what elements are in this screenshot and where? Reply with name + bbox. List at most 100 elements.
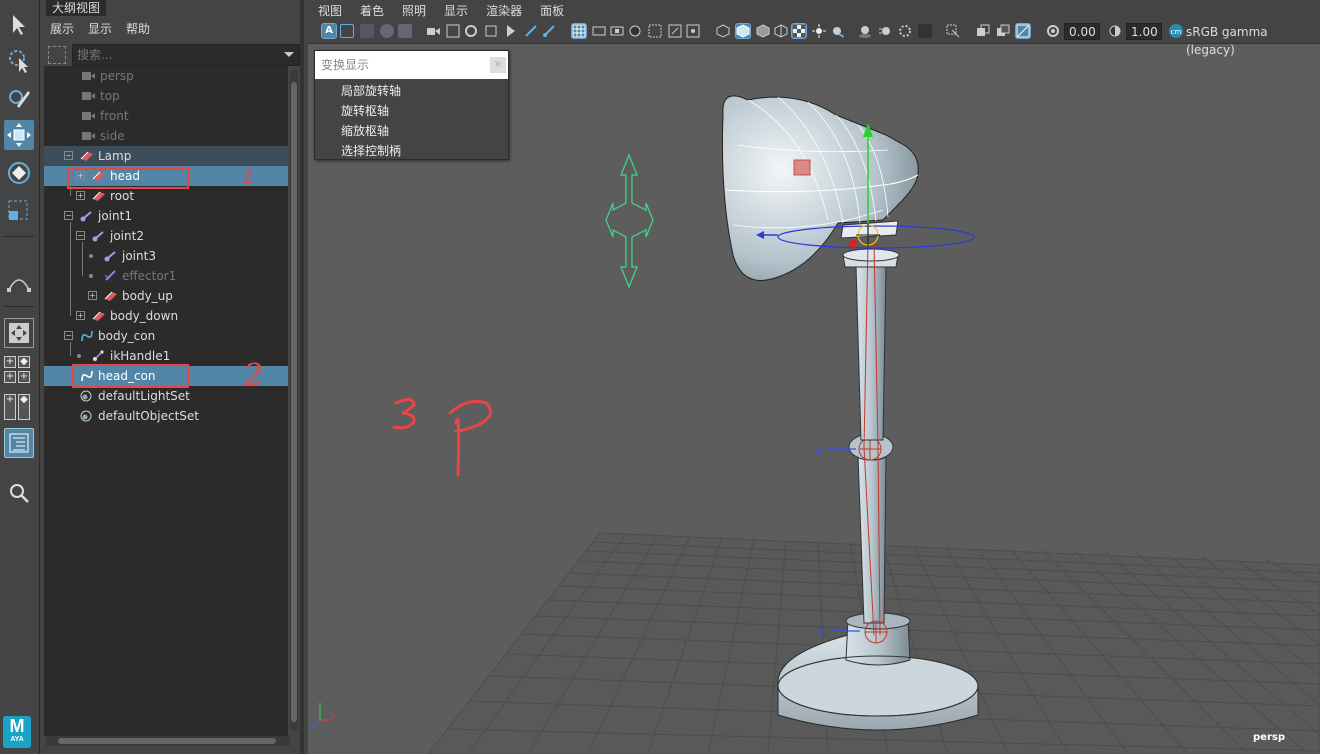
lasso-tool[interactable] [4, 46, 34, 76]
outliner-search-input[interactable] [72, 44, 300, 66]
layout-split-right-button[interactable]: ◆ [18, 394, 30, 420]
shadows-icon[interactable] [830, 24, 844, 38]
safe-action-icon[interactable] [524, 24, 538, 38]
filter-icon[interactable] [48, 46, 66, 64]
outliner-horizontal-scrollbar[interactable] [46, 736, 290, 746]
grid-overlay-icon[interactable] [446, 24, 460, 38]
rotate-tool[interactable] [4, 158, 34, 188]
depth-of-field-icon[interactable] [918, 24, 932, 38]
wireframe-grid-icon[interactable] [571, 23, 587, 39]
menu-header[interactable]: 变换显示 [315, 51, 508, 79]
tree-item-body-up[interactable]: + body_up [44, 286, 288, 306]
curve-tool[interactable] [4, 268, 34, 298]
frame-selected-icon[interactable] [668, 24, 682, 38]
wireframe-cube-icon[interactable] [716, 24, 730, 38]
tree-item-lamp[interactable]: − Lamp [44, 146, 288, 166]
image-plane-icon[interactable] [398, 24, 412, 38]
outliner-menu-display[interactable]: 显示 [88, 20, 112, 37]
ambient-occlusion-icon[interactable] [858, 24, 872, 38]
gamma-icon[interactable] [1108, 24, 1122, 38]
viewport-menu-show[interactable]: 显示 [444, 2, 468, 19]
auto-letter-icon[interactable]: A [321, 23, 337, 39]
outliner-layout-button[interactable] [4, 428, 34, 458]
expand-toggle-icon[interactable]: + [76, 311, 85, 320]
tree-item-joint1[interactable]: − joint1 [44, 206, 288, 226]
collapse-toggle-icon[interactable]: − [76, 231, 85, 240]
resolution-gate-icon[interactable] [484, 24, 498, 38]
viewport-menu-renderer[interactable]: 渲染器 [486, 2, 522, 19]
layout-split-left-button[interactable]: + [4, 394, 16, 420]
layout-grid2-button[interactable]: + [18, 371, 30, 383]
viewport-menu-lighting[interactable]: 照明 [402, 2, 426, 19]
select-camera-icon[interactable] [340, 24, 354, 38]
movie-camera-icon[interactable] [426, 24, 440, 38]
isolate-icon[interactable] [686, 24, 700, 38]
collapse-toggle-icon[interactable]: − [64, 211, 73, 220]
backface-culling-icon[interactable] [1015, 23, 1031, 39]
grease-pencil-icon[interactable] [648, 24, 662, 38]
headsup-icon[interactable] [610, 24, 624, 38]
search-dropdown-arrow-icon[interactable] [284, 52, 294, 57]
tree-item-body-down[interactable]: + body_down [44, 306, 288, 326]
single-view-layout-button[interactable] [4, 318, 34, 348]
field-chart-icon[interactable] [504, 24, 518, 38]
tree-item-root[interactable]: + root [44, 186, 288, 206]
head-con-curve[interactable] [605, 153, 654, 289]
tree-item-joint2[interactable]: − joint2 [44, 226, 288, 246]
scroll-thumb[interactable] [58, 738, 276, 744]
select-tool[interactable] [4, 10, 34, 40]
tree-item-top[interactable]: top [44, 86, 288, 106]
collapse-toggle-icon[interactable]: − [64, 331, 73, 340]
move-tool[interactable] [4, 120, 34, 150]
expand-toggle-icon[interactable]: + [88, 291, 97, 300]
lamp-body-up[interactable] [842, 248, 900, 441]
layout-plus-button[interactable]: + [4, 356, 16, 368]
menu-item-local-rotation-axes[interactable]: 局部旋转轴 [341, 81, 401, 101]
menu-item-scale-pivots[interactable]: 缩放枢轴 [341, 121, 389, 141]
exposure-icon[interactable] [1046, 24, 1060, 38]
viewport-menu-shading[interactable]: 着色 [360, 2, 384, 19]
gamma-field[interactable]: 1.00 [1126, 23, 1162, 40]
exposure-field[interactable]: 0.00 [1064, 23, 1100, 40]
tree-item-persp[interactable]: persp [44, 66, 288, 86]
viewport-menu-panels[interactable]: 面板 [540, 2, 564, 19]
xray-active-icon[interactable] [996, 24, 1010, 38]
paint-select-tool[interactable] [4, 84, 34, 114]
grid-toggle-icon[interactable] [592, 24, 606, 38]
tree-item-side[interactable]: side [44, 126, 288, 146]
expand-toggle-icon[interactable]: + [76, 191, 85, 200]
menu-item-rotate-pivots[interactable]: 旋转枢轴 [341, 101, 389, 121]
menu-item-selection-handles[interactable]: 选择控制柄 [341, 141, 401, 161]
layout-diamond-button[interactable]: ◆ [18, 356, 30, 368]
scale-tool[interactable] [4, 196, 34, 226]
film-gate-icon[interactable] [464, 24, 478, 38]
scroll-thumb[interactable] [291, 82, 297, 722]
tree-item-default-object-set[interactable]: defaultObjectSet [44, 406, 288, 426]
bookmark-icon[interactable] [380, 24, 394, 38]
textured-icon[interactable] [774, 24, 788, 38]
color-management-icon[interactable]: cm [1168, 23, 1184, 39]
wireframe-on-shaded-icon[interactable] [756, 24, 770, 38]
menu-close-button[interactable]: × [490, 57, 506, 73]
tree-item-effector1[interactable]: effector1 [44, 266, 288, 286]
xray-joints-icon[interactable] [976, 24, 990, 38]
tree-item-front[interactable]: front [44, 106, 288, 126]
outliner-vertical-scrollbar[interactable] [290, 70, 298, 730]
checker-texture-icon[interactable] [791, 23, 807, 39]
isolate-select-icon[interactable] [946, 24, 960, 38]
magnify-tool[interactable] [4, 478, 34, 508]
camera-attributes-icon[interactable] [360, 24, 374, 38]
collapse-toggle-icon[interactable]: − [64, 151, 73, 160]
motion-blur-icon[interactable] [878, 24, 892, 38]
viewport-menu-view[interactable]: 视图 [318, 2, 342, 19]
tree-item-body-con[interactable]: − body_con [44, 326, 288, 346]
xray-icon[interactable] [628, 24, 642, 38]
tree-item-joint3[interactable]: joint3 [44, 246, 288, 266]
smooth-shade-cube-icon[interactable] [735, 23, 751, 39]
outliner-menu-show[interactable]: 展示 [50, 20, 74, 37]
lights-icon[interactable] [812, 24, 826, 38]
anti-aliasing-icon[interactable] [898, 24, 912, 38]
outliner-menu-help[interactable]: 帮助 [126, 20, 150, 37]
layout-grid-button[interactable]: + [4, 371, 16, 383]
safe-title-icon[interactable] [542, 24, 556, 38]
